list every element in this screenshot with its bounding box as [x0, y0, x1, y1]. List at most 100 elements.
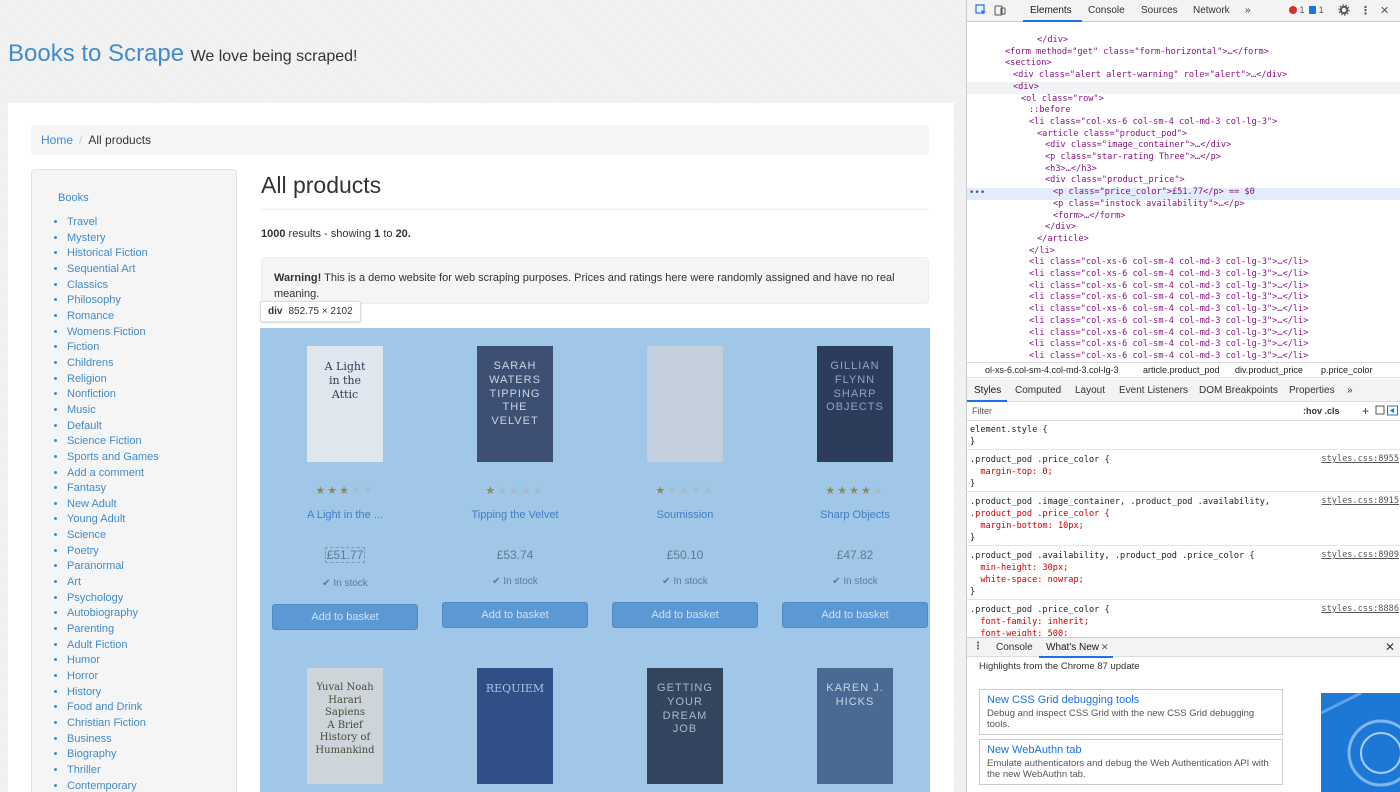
- sidebar-category-item[interactable]: New Adult: [67, 497, 236, 513]
- book-cover-image[interactable]: REQUIEM: [477, 668, 553, 784]
- kebab-menu-icon[interactable]: ⋮: [1360, 4, 1371, 17]
- add-rule-icon[interactable]: +: [1362, 404, 1369, 418]
- settings-gear-icon[interactable]: [1338, 4, 1350, 19]
- dom-tree[interactable]: ••• </div> <form method="get" class="form…: [967, 23, 1400, 361]
- tab-computed[interactable]: Computed: [1015, 385, 1061, 396]
- sidebar-category-item[interactable]: Mystery: [67, 231, 236, 247]
- sidebar-category-label[interactable]: Food and Drink: [67, 701, 142, 713]
- new-style-rule-icon[interactable]: [1375, 405, 1385, 418]
- sidebar-category-label[interactable]: Sequential Art: [67, 263, 136, 275]
- sidebar-books-link[interactable]: Books: [58, 192, 236, 204]
- tab-event-listeners[interactable]: Event Listeners: [1119, 385, 1188, 396]
- sidebar-category-item[interactable]: Science Fiction: [67, 434, 236, 450]
- dom-node-line[interactable]: <ol class="row">: [1021, 94, 1104, 106]
- sidebar-category-item[interactable]: Horror: [67, 669, 236, 685]
- sidebar-category-item[interactable]: History: [67, 685, 236, 701]
- dom-node-line[interactable]: <li class="col-xs-6 col-sm-4 col-md-3 co…: [1029, 304, 1308, 316]
- sidebar-category-label[interactable]: Historical Fiction: [67, 247, 148, 259]
- book-cover-image[interactable]: GILLIAN FLYNN SHARP OBJECTS: [817, 346, 893, 462]
- dom-node-line[interactable]: <li class="col-xs-6 col-sm-4 col-md-3 co…: [1029, 269, 1308, 281]
- sidebar-category-item[interactable]: Default: [67, 419, 236, 435]
- sidebar-category-item[interactable]: Christian Fiction: [67, 716, 236, 732]
- sidebar-category-item[interactable]: Sports and Games: [67, 450, 236, 466]
- css-declaration[interactable]: .product_pod .price_color {: [970, 508, 1110, 520]
- crumb-p[interactable]: p.price_color: [1321, 365, 1373, 375]
- crumb-article[interactable]: article.product_pod: [1143, 365, 1220, 375]
- sidebar-category-item[interactable]: Historical Fiction: [67, 246, 236, 262]
- sidebar-category-label[interactable]: Womens Fiction: [67, 326, 146, 338]
- sidebar-category-label[interactable]: Horror: [67, 670, 98, 682]
- dom-node-line[interactable]: <div class="product_price">: [1045, 175, 1185, 187]
- sidebar-category-item[interactable]: Contemporary: [67, 779, 236, 792]
- add-to-basket-button[interactable]: Add to basket: [442, 602, 588, 628]
- close-whats-new-icon[interactable]: ✕: [1101, 642, 1109, 653]
- dom-node-line[interactable]: <li class="col-xs-6 col-sm-4 col-md-3 co…: [1029, 257, 1308, 269]
- book-cover-image[interactable]: Yuval Noah Harari Sapiens A Brief History of…: [307, 668, 383, 784]
- sidebar-category-label[interactable]: Fantasy: [67, 482, 106, 494]
- sidebar-category-item[interactable]: Humor: [67, 653, 236, 669]
- dom-node-line[interactable]: </li>: [1029, 246, 1055, 258]
- dom-node-line[interactable]: <li class="col-xs-6 col-sm-4 col-md-3 co…: [1029, 351, 1308, 361]
- sidebar-category-label[interactable]: Sports and Games: [67, 451, 159, 463]
- sidebar-category-label[interactable]: Thriller: [67, 764, 101, 776]
- book-cover-image[interactable]: GETTING YOUR DREAM JOB: [647, 668, 723, 784]
- sidebar-category-label[interactable]: Science: [67, 529, 106, 541]
- sidebar-category-label[interactable]: Contemporary: [67, 780, 137, 792]
- error-count-badge[interactable]: 1 1: [1289, 5, 1324, 15]
- css-source-link[interactable]: styles.css:8915: [1321, 496, 1399, 506]
- css-source-link[interactable]: styles.css:8909: [1321, 550, 1399, 560]
- close-drawer-icon[interactable]: ✕: [1385, 640, 1395, 654]
- sidebar-category-label[interactable]: Music: [67, 404, 96, 416]
- sidebar-category-item[interactable]: Add a comment: [67, 466, 236, 482]
- sidebar-category-item[interactable]: Poetry: [67, 544, 236, 560]
- dom-node-line[interactable]: <li class="col-xs-6 col-sm-4 col-md-3 co…: [1029, 292, 1308, 304]
- sidebar-category-item[interactable]: Thriller: [67, 763, 236, 779]
- css-selector[interactable]: .product_pod .image_container, .product_…: [970, 496, 1270, 508]
- book-cover-image[interactable]: [647, 346, 723, 462]
- css-declaration[interactable]: margin-top: 0;: [970, 466, 1052, 478]
- sidebar-category-item[interactable]: Business: [67, 732, 236, 748]
- css-selector[interactable]: }: [970, 532, 975, 544]
- sidebar-category-label[interactable]: Travel: [67, 216, 97, 228]
- brand-link[interactable]: Books to Scrape: [8, 40, 184, 67]
- sidebar-category-label[interactable]: Romance: [67, 310, 114, 322]
- product-title-link[interactable]: Soumission: [605, 509, 765, 521]
- crumb-li[interactable]: ol-xs-6.col-sm-4.col-md-3.col-lg-3: [985, 365, 1119, 375]
- css-selector[interactable]: element.style {: [970, 424, 1048, 436]
- dom-node-line[interactable]: <li class="col-xs-6 col-sm-4 col-md-3 co…: [1029, 328, 1308, 340]
- sidebar-category-label[interactable]: Adult Fiction: [67, 639, 128, 651]
- drawer-tab-console[interactable]: Console: [996, 642, 1033, 653]
- more-style-tabs-button[interactable]: »: [1347, 385, 1353, 396]
- sidebar-category-item[interactable]: Art: [67, 575, 236, 591]
- tab-layout[interactable]: Layout: [1075, 385, 1105, 396]
- sidebar-category-item[interactable]: Travel: [67, 215, 236, 231]
- breadcrumb-home-link[interactable]: Home: [41, 133, 73, 147]
- inspect-element-icon[interactable]: [975, 4, 987, 19]
- close-devtools-icon[interactable]: ✕: [1380, 4, 1389, 17]
- sidebar-category-item[interactable]: Romance: [67, 309, 236, 325]
- sidebar-category-item[interactable]: Sequential Art: [67, 262, 236, 278]
- dom-node-line[interactable]: <div class="alert alert-warning" role="a…: [1013, 70, 1287, 82]
- sidebar-category-item[interactable]: Womens Fiction: [67, 325, 236, 341]
- sidebar-category-label[interactable]: Philosophy: [67, 294, 121, 306]
- sidebar-category-label[interactable]: Nonfiction: [67, 388, 116, 400]
- dom-node-line[interactable]: <article class="product_pod">: [1037, 129, 1187, 141]
- sidebar-category-label[interactable]: Classics: [67, 279, 108, 291]
- sidebar-category-item[interactable]: Food and Drink: [67, 700, 236, 716]
- dom-node-line[interactable]: <h3>…</h3>: [1045, 164, 1097, 176]
- dom-node-line[interactable]: </article>: [1037, 234, 1089, 246]
- tab-dom-breakpoints[interactable]: DOM Breakpoints: [1199, 385, 1278, 396]
- product-title-link[interactable]: Tipping the Velvet: [435, 509, 595, 521]
- book-cover-image[interactable]: A Light in the Attic: [307, 346, 383, 462]
- tab-elements[interactable]: Elements: [1030, 5, 1072, 16]
- dom-node-line[interactable]: <p class="star-rating Three">…</p>: [1045, 152, 1221, 164]
- tab-styles[interactable]: Styles: [974, 385, 1001, 396]
- add-to-basket-button[interactable]: Add to basket: [612, 602, 758, 628]
- toggle-sidebar-icon[interactable]: [1387, 405, 1398, 419]
- device-toolbar-icon[interactable]: [994, 4, 1006, 19]
- dom-node-line[interactable]: <li class="col-xs-6 col-sm-4 col-md-3 co…: [1029, 281, 1308, 293]
- dom-node-line[interactable]: </div>: [1045, 222, 1076, 234]
- dom-node-line[interactable]: <li class="col-xs-6 col-sm-4 col-md-3 co…: [1029, 316, 1308, 328]
- dom-node-line[interactable]: ::before: [1029, 105, 1070, 117]
- sidebar-category-item[interactable]: Philosophy: [67, 293, 236, 309]
